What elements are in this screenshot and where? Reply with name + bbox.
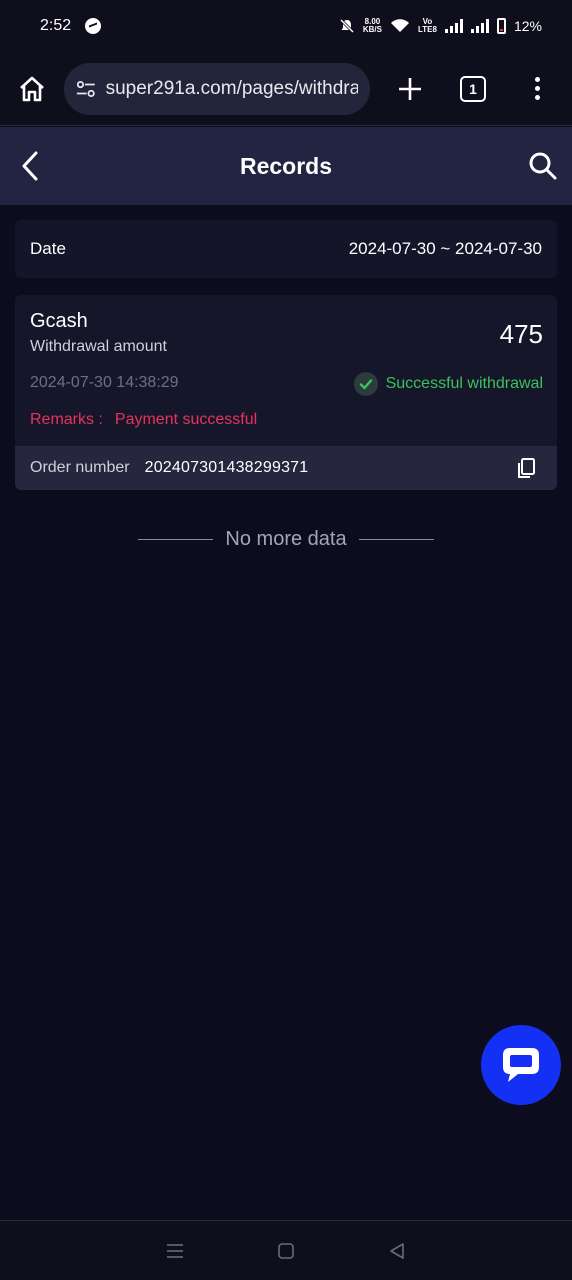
- plus-icon: [399, 77, 421, 100]
- new-tab-button[interactable]: [392, 71, 428, 107]
- remarks-label: Remarks :: [30, 411, 103, 428]
- copy-icon[interactable]: [516, 457, 538, 479]
- battery-icon: [496, 18, 506, 34]
- messenger-icon: [85, 18, 102, 34]
- menu-lines-icon: [167, 1243, 184, 1258]
- system-nav-bar: [0, 1220, 572, 1280]
- page-title: Records: [239, 152, 333, 179]
- divider-right: [358, 539, 434, 540]
- mute-notification-icon: [339, 18, 354, 34]
- search-icon[interactable]: [528, 151, 558, 181]
- date-label: Date: [30, 239, 66, 258]
- divider-left: [138, 539, 214, 540]
- browser-toolbar: super291a.com/pages/withdrawal 1: [0, 52, 572, 126]
- home-nav-button[interactable]: [274, 1239, 298, 1263]
- signal-icon-1: [444, 19, 463, 33]
- date-range-value[interactable]: 2024-07-30 ~ 2024-07-30: [349, 239, 542, 259]
- order-number-value: 202407301438299371: [144, 459, 309, 476]
- status-text: Successful withdrawal: [385, 375, 543, 392]
- battery-level: 12%: [513, 18, 542, 34]
- status-badge: Successful withdrawal: [353, 372, 543, 396]
- signal-icon-2: [470, 19, 489, 33]
- remarks: Remarks : Payment successful: [30, 411, 257, 429]
- date-filter[interactable]: Date 2024-07-30 ~ 2024-07-30: [15, 220, 557, 278]
- status-bar: 2:52 8.00 KB/S Vo LTE8 12%: [0, 0, 572, 52]
- remarks-value: Payment successful: [114, 411, 258, 428]
- network-speed: 8.00 KB/S: [362, 17, 382, 34]
- status-indicators: 8.00 KB/S Vo LTE8 12%: [339, 18, 542, 34]
- wifi-icon: [391, 19, 409, 32]
- status-time: 2:52: [40, 17, 72, 34]
- live-chat-button[interactable]: [481, 1025, 561, 1105]
- payment-method: Gcash: [30, 310, 88, 332]
- more-menu-button[interactable]: [532, 77, 542, 100]
- home-button[interactable]: [14, 71, 50, 107]
- order-number-label: Order number: [30, 459, 130, 476]
- no-more-data-text: No more data: [225, 528, 347, 550]
- check-circle-icon: [353, 372, 378, 396]
- chat-bubble-icon: [503, 1048, 539, 1082]
- back-icon[interactable]: [18, 149, 42, 183]
- app-header: Records: [0, 127, 572, 205]
- square-icon: [278, 1242, 294, 1259]
- triangle-back-icon: [389, 1242, 404, 1259]
- tab-switcher-button[interactable]: 1: [460, 75, 486, 102]
- withdrawal-record-card: Gcash Withdrawal amount 475 2024-07-30 1…: [15, 295, 557, 490]
- recent-apps-button[interactable]: [163, 1239, 187, 1263]
- back-nav-button[interactable]: [385, 1239, 409, 1263]
- home-icon: [20, 76, 44, 101]
- volte-indicator: Vo LTE8: [418, 17, 437, 34]
- address-bar[interactable]: super291a.com/pages/withdrawal: [64, 62, 370, 115]
- record-amount: 475: [499, 319, 543, 349]
- site-settings-icon[interactable]: [76, 79, 96, 99]
- record-type: Withdrawal amount: [30, 338, 167, 355]
- order-number-row: Order number 202407301438299371: [15, 446, 557, 490]
- list-end-indicator: No more data: [0, 528, 572, 551]
- url-text: super291a.com/pages/withdrawal: [105, 77, 358, 99]
- record-timestamp: 2024-07-30 14:38:29: [30, 374, 179, 391]
